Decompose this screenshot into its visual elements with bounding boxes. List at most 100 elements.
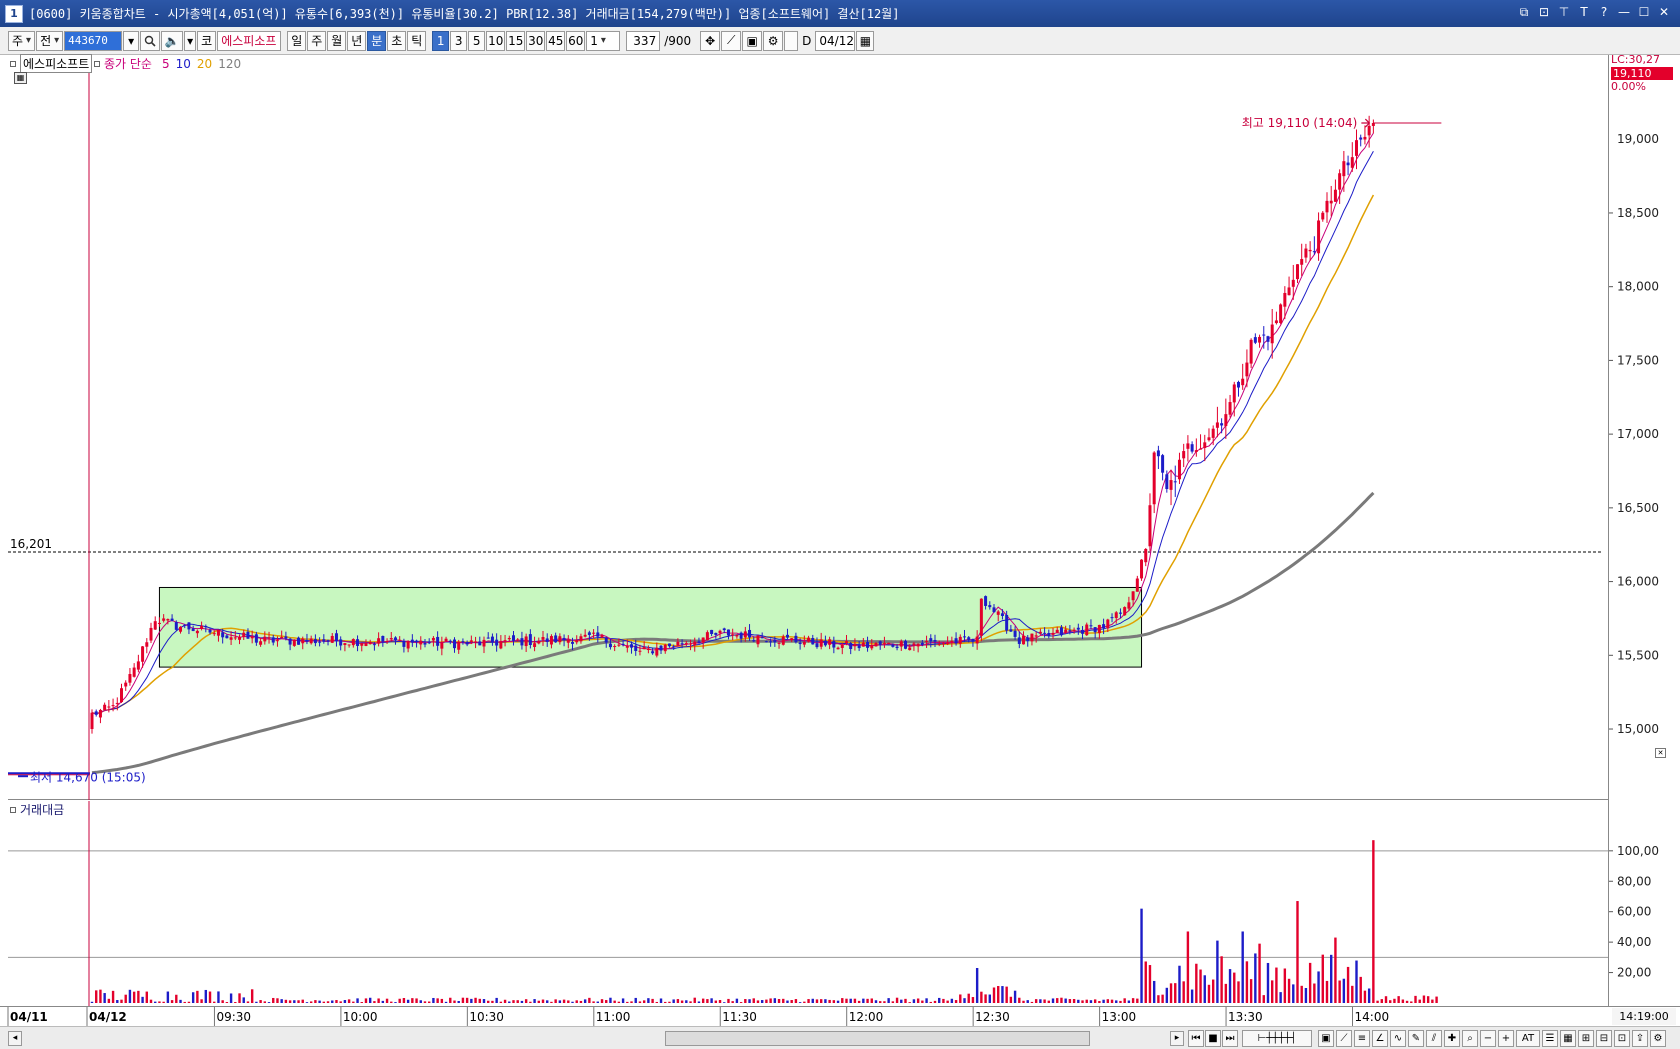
price-axis[interactable]: 18,500 18,000 17,500 17,000 16,500 16,000 15,5… bbox=[1608, 53, 1680, 1006]
scroll-right-icon[interactable]: ▸ bbox=[1170, 1031, 1184, 1046]
volume-bar bbox=[836, 1000, 840, 1003]
pane-close-icon[interactable]: ✕ bbox=[1655, 748, 1666, 758]
grid-table-icon[interactable]: ▦ bbox=[14, 72, 27, 84]
line-tool-icon[interactable]: ⟋ bbox=[721, 30, 742, 51]
trend-tool-icon[interactable]: ⟋ bbox=[1336, 1030, 1352, 1047]
channel-tool-icon[interactable]: ⫽ bbox=[1426, 1030, 1442, 1047]
type-select[interactable]: 주 bbox=[8, 30, 36, 51]
brush-tool-icon[interactable]: ✎ bbox=[1408, 1030, 1424, 1047]
date-checkbox[interactable] bbox=[784, 30, 799, 51]
bar-count-input[interactable]: 337 bbox=[626, 30, 661, 51]
title-button-3-icon[interactable]: T bbox=[1576, 4, 1592, 20]
save-icon[interactable]: ▣ bbox=[742, 30, 763, 51]
speaker-dropdown-icon[interactable]: ▾ bbox=[184, 30, 197, 51]
fold-icon[interactable]: ⊡ bbox=[1614, 1030, 1630, 1047]
price-chart[interactable]: 16,201 최고 19,110 (14:04) 최저 14,670 (15:05) bbox=[8, 55, 1608, 800]
cross-tool-icon[interactable]: ✚ bbox=[1444, 1030, 1460, 1047]
ma-legend-20[interactable]: 20 bbox=[197, 57, 212, 71]
volume-bar bbox=[225, 1002, 229, 1003]
candle-body bbox=[98, 709, 102, 718]
crosshair-icon[interactable]: ✥ bbox=[700, 30, 721, 51]
zoom-in-icon[interactable]: + bbox=[1498, 1030, 1514, 1047]
stock-code-input[interactable]: 443670 bbox=[64, 30, 123, 51]
interval-button-60[interactable]: 60 bbox=[566, 30, 586, 51]
scroll-left-icon[interactable]: ◂ bbox=[8, 1031, 22, 1046]
title-button-0-icon[interactable]: ⧉ bbox=[1516, 4, 1532, 20]
volume-chart[interactable] bbox=[8, 801, 1608, 1006]
zoom-out-icon[interactable]: − bbox=[1480, 1030, 1496, 1047]
interval-button-15[interactable]: 15 bbox=[506, 30, 526, 51]
title-button-1-icon[interactable]: ⊡ bbox=[1536, 4, 1552, 20]
ma-legend-120[interactable]: 120 bbox=[218, 57, 241, 71]
volume-bar bbox=[373, 1001, 376, 1003]
period-button-6[interactable]: 틱 bbox=[407, 30, 427, 51]
code-dropdown-icon[interactable]: ▾ bbox=[123, 30, 140, 51]
volume-bar bbox=[263, 1001, 267, 1003]
period-button-2[interactable]: 월 bbox=[327, 30, 347, 51]
interval-button-30[interactable]: 30 bbox=[526, 30, 546, 51]
volume-bar bbox=[954, 1000, 958, 1003]
time-axis[interactable]: 04/11 04/12 09:30 10:00 10:30 11:00 11:30 12:00… bbox=[0, 1006, 1680, 1027]
layout-icon[interactable]: ▣ bbox=[1318, 1030, 1334, 1047]
title-button-6-icon[interactable]: ☐ bbox=[1636, 4, 1652, 20]
period-button-1[interactable]: 주 bbox=[307, 30, 327, 51]
volume-bar bbox=[402, 998, 406, 1003]
volume-bar bbox=[1115, 1000, 1118, 1003]
calendar-icon[interactable]: ▦ bbox=[856, 30, 875, 51]
title-button-5-icon[interactable]: — bbox=[1616, 4, 1632, 20]
volume-chart-pane[interactable]: 거래대금 bbox=[8, 801, 1608, 1006]
candle-body bbox=[1270, 324, 1274, 344]
period-button-4[interactable]: 분 bbox=[367, 30, 387, 51]
candle bbox=[1228, 394, 1232, 418]
interval-button-3[interactable]: 3 bbox=[450, 30, 468, 51]
date-input[interactable]: 04/12 bbox=[815, 30, 856, 51]
chart-scrollbar[interactable]: ◂ ▸ ⏮ ■ ⏭ ⊢┼┼┼┼┤ ▣ ⟋ ≡ ∠ ∿ ✎ ⫽ ✚ ⌕ − + A… bbox=[0, 1026, 1680, 1049]
period-button-5[interactable]: 초 bbox=[387, 30, 407, 51]
angle-tool-icon[interactable]: ∠ bbox=[1372, 1030, 1388, 1047]
ma-legend-5[interactable]: 5 bbox=[162, 57, 170, 71]
zoom-slider[interactable]: ⊢┼┼┼┼┤ bbox=[1242, 1030, 1312, 1047]
magnify-icon[interactable]: ⌕ bbox=[1462, 1030, 1478, 1047]
table-icon[interactable]: ▦ bbox=[1560, 1030, 1576, 1047]
volume-bar bbox=[1397, 996, 1400, 1003]
price-chart-pane[interactable]: 16,201 최고 19,110 (14:04) 최저 14,670 (15:05)… bbox=[8, 54, 1608, 800]
stock-name-field[interactable]: 에스피소프 bbox=[217, 30, 282, 51]
title-button-2-icon[interactable]: ⊤ bbox=[1556, 4, 1572, 20]
speaker-icon[interactable]: 🔈 bbox=[161, 30, 184, 51]
volume-bar bbox=[756, 1000, 760, 1003]
export-icon[interactable]: ⇪ bbox=[1632, 1030, 1648, 1047]
volume-bar bbox=[664, 1001, 667, 1003]
fibo-tool-icon[interactable]: ≡ bbox=[1354, 1030, 1370, 1047]
gear-icon[interactable]: ⚙ bbox=[763, 30, 784, 51]
period-button-0[interactable]: 일 bbox=[287, 30, 307, 51]
title-button-4-icon[interactable]: ? bbox=[1596, 4, 1612, 20]
stop-icon[interactable]: ■ bbox=[1205, 1030, 1221, 1047]
grid-icon[interactable]: ⊞ bbox=[1578, 1030, 1594, 1047]
candle-body bbox=[326, 640, 330, 642]
market-select[interactable]: 전 bbox=[36, 30, 64, 51]
settings-icon[interactable]: ⚙ bbox=[1650, 1030, 1666, 1047]
window-number-icon[interactable]: 1 bbox=[5, 4, 23, 23]
count-select[interactable]: 1 bbox=[586, 30, 621, 51]
volume-bar bbox=[1342, 978, 1346, 1003]
period-button-3[interactable]: 년 bbox=[347, 30, 367, 51]
cycle-tool-icon[interactable]: ∿ bbox=[1390, 1030, 1406, 1047]
volume-legend[interactable]: 거래대금 bbox=[10, 801, 64, 818]
list-icon[interactable]: ☰ bbox=[1542, 1030, 1558, 1047]
ma-legend-10[interactable]: 10 bbox=[176, 57, 191, 71]
rewind-icon[interactable]: ⏮ bbox=[1188, 1030, 1204, 1047]
scroll-thumb[interactable] bbox=[665, 1031, 1090, 1046]
interval-button-5[interactable]: 5 bbox=[468, 30, 486, 51]
candle bbox=[1190, 441, 1194, 454]
split-icon[interactable]: ⊟ bbox=[1596, 1030, 1612, 1047]
search-icon[interactable] bbox=[140, 30, 161, 51]
interval-button-10[interactable]: 10 bbox=[486, 30, 506, 51]
interval-button-1[interactable]: 1 bbox=[432, 30, 450, 51]
interval-button-45[interactable]: 45 bbox=[546, 30, 566, 51]
volume-bar bbox=[267, 1002, 271, 1003]
forward-icon[interactable]: ⏭ bbox=[1222, 1030, 1238, 1047]
text-tool-icon[interactable]: AT bbox=[1516, 1030, 1540, 1047]
title-button-7-icon[interactable]: ✕ bbox=[1656, 4, 1672, 20]
indicator-legend[interactable]: 종가 단순 5 10 20 120 bbox=[94, 55, 241, 72]
stock-tab[interactable]: 에스피소프트 bbox=[10, 54, 93, 73]
